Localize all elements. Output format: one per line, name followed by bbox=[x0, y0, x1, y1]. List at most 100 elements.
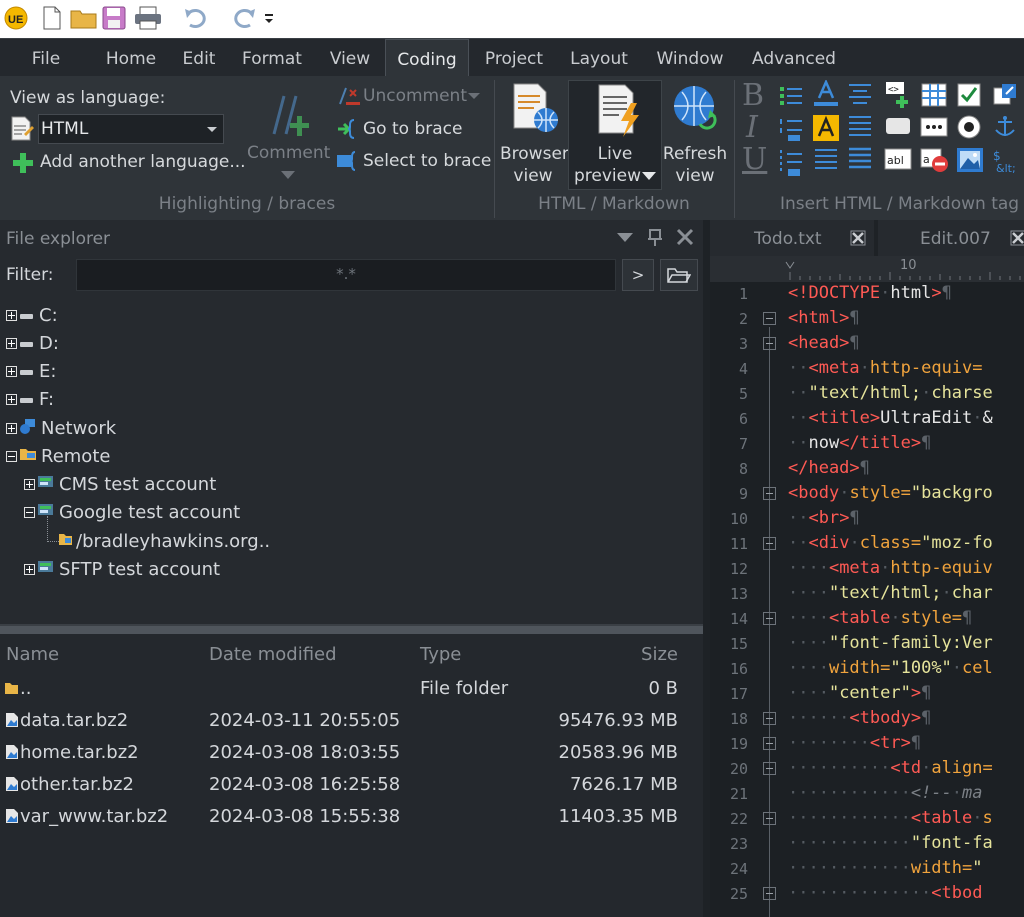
tab-edit[interactable]: Edit bbox=[175, 39, 223, 77]
tab-todo-txt[interactable]: Todo.txt bbox=[710, 220, 874, 256]
table-row[interactable]: .. File folder 0 B bbox=[0, 674, 703, 706]
numbered-list-icon[interactable] bbox=[778, 116, 804, 146]
expand-icon[interactable] bbox=[24, 478, 35, 490]
tab-view[interactable]: View bbox=[322, 39, 378, 77]
expand-icon[interactable] bbox=[6, 393, 17, 405]
live-preview-button[interactable]: Live preview bbox=[568, 80, 662, 190]
print-icon[interactable] bbox=[134, 5, 162, 31]
tree-item-e-drive[interactable]: E: bbox=[6, 358, 56, 384]
table-row[interactable]: var_www.tar.bz2 2024-03-08 15:55:38 1140… bbox=[0, 802, 703, 834]
bold-button[interactable]: B bbox=[742, 78, 764, 113]
fold-collapse-icon[interactable] bbox=[763, 487, 776, 500]
align-justify-icon[interactable] bbox=[846, 114, 874, 144]
insert-password-icon[interactable] bbox=[920, 114, 948, 144]
fold-collapse-icon[interactable] bbox=[763, 812, 776, 825]
insert-form-icon[interactable]: <> bbox=[884, 80, 912, 112]
comment-button[interactable]: Comment bbox=[247, 143, 330, 163]
panel-menu-icon[interactable] bbox=[616, 230, 634, 250]
table-row[interactable]: home.tar.bz2 2024-03-08 18:03:55 20583.9… bbox=[0, 738, 703, 770]
collapse-icon[interactable] bbox=[24, 506, 35, 518]
fold-collapse-icon[interactable] bbox=[763, 337, 776, 350]
fold-collapse-icon[interactable] bbox=[763, 737, 776, 750]
tree-item-google-test-account[interactable]: Google test account bbox=[24, 499, 240, 525]
fold-collapse-icon[interactable] bbox=[763, 887, 776, 900]
align-center-icon[interactable] bbox=[846, 82, 874, 112]
insert-checkbox-icon[interactable] bbox=[956, 82, 984, 112]
tree-item-cms-test-account[interactable]: CMS test account bbox=[24, 471, 216, 497]
open-folder-icon[interactable] bbox=[70, 5, 98, 31]
comment-dropdown-icon[interactable] bbox=[280, 166, 296, 185]
table-row[interactable]: data.tar.bz2 2024-03-11 20:55:05 95476.9… bbox=[0, 706, 703, 738]
code-editor[interactable]: 1 <!DOCTYPE·html>¶ 2 <html>¶ 3 <head>¶ 4… bbox=[710, 282, 1024, 917]
panel-splitter[interactable] bbox=[0, 624, 703, 634]
italic-button[interactable]: I bbox=[746, 110, 758, 145]
refresh-view-label-2[interactable]: view bbox=[662, 166, 728, 186]
table-row[interactable]: other.tar.bz2 2024-03-08 16:25:58 7626.1… bbox=[0, 770, 703, 802]
insert-table-icon[interactable] bbox=[920, 82, 948, 112]
undo-icon[interactable] bbox=[182, 5, 212, 31]
collapse-icon[interactable] bbox=[6, 450, 17, 462]
bulleted-list-icon[interactable] bbox=[778, 84, 804, 112]
redo-icon[interactable] bbox=[228, 5, 258, 31]
tree-item-c-drive[interactable]: C: bbox=[6, 302, 58, 328]
expand-icon[interactable] bbox=[6, 365, 17, 377]
live-preview-dropdown-icon[interactable] bbox=[641, 169, 657, 188]
insert-reset-icon[interactable]: a bbox=[920, 146, 948, 178]
paragraph-icon[interactable] bbox=[812, 146, 840, 178]
close-tab-icon[interactable] bbox=[1010, 230, 1024, 250]
font-color-icon[interactable] bbox=[812, 78, 840, 112]
column-header-name[interactable]: Name bbox=[6, 644, 59, 665]
close-tab-icon[interactable] bbox=[850, 230, 866, 250]
filter-input[interactable]: *.* bbox=[76, 259, 616, 291]
language-select[interactable]: HTML bbox=[38, 114, 224, 144]
column-header-type[interactable]: Type bbox=[420, 644, 461, 665]
tab-home[interactable]: Home bbox=[100, 39, 162, 77]
expand-icon[interactable] bbox=[6, 337, 17, 349]
select-to-brace-button[interactable]: Select to brace bbox=[363, 151, 491, 171]
tab-coding[interactable]: Coding bbox=[385, 39, 469, 77]
browse-folder-button[interactable] bbox=[660, 259, 698, 291]
go-to-brace-button[interactable]: Go to brace bbox=[363, 119, 462, 139]
save-icon[interactable] bbox=[102, 5, 126, 31]
pin-icon[interactable] bbox=[646, 228, 664, 252]
insert-anchor-icon[interactable] bbox=[992, 114, 1020, 144]
uncomment-button[interactable]: Uncomment bbox=[363, 86, 467, 106]
expand-icon[interactable] bbox=[6, 422, 17, 434]
column-header-size[interactable]: Size bbox=[600, 644, 678, 665]
tab-edit-007[interactable]: Edit.007 bbox=[878, 220, 1024, 256]
column-header-date-modified[interactable]: Date modified bbox=[209, 644, 337, 665]
apply-filter-button[interactable]: > bbox=[622, 259, 654, 291]
tree-item-remote-folder[interactable]: /bradleyhawkins.org.. bbox=[58, 528, 270, 554]
tree-item-d-drive[interactable]: D: bbox=[6, 330, 59, 356]
fold-collapse-icon[interactable] bbox=[763, 712, 776, 725]
tab-file[interactable]: File bbox=[22, 39, 70, 77]
tree-item-sftp-test-account[interactable]: SFTP test account bbox=[24, 556, 220, 582]
insert-image-icon[interactable] bbox=[956, 146, 984, 178]
fold-collapse-icon[interactable] bbox=[763, 762, 776, 775]
tree-item-network[interactable]: Network bbox=[6, 415, 116, 441]
close-icon[interactable] bbox=[676, 228, 694, 250]
align-right-icon[interactable] bbox=[846, 146, 874, 176]
browser-view-label-1[interactable]: Browser bbox=[500, 144, 569, 164]
fold-collapse-icon[interactable] bbox=[763, 537, 776, 550]
add-another-language-button[interactable]: Add another language... bbox=[40, 152, 246, 172]
customize-toolbar-icon[interactable] bbox=[262, 5, 276, 31]
expand-icon[interactable] bbox=[24, 563, 35, 575]
insert-textbox-icon[interactable]: abl bbox=[884, 146, 912, 176]
tab-layout[interactable]: Layout bbox=[563, 39, 635, 77]
tree-item-f-drive[interactable]: F: bbox=[6, 386, 54, 412]
refresh-view-label-1[interactable]: Refresh bbox=[662, 144, 728, 164]
fold-collapse-icon[interactable] bbox=[763, 312, 776, 325]
insert-link-icon[interactable] bbox=[992, 82, 1020, 112]
expand-icon[interactable] bbox=[6, 309, 17, 321]
tree-item-remote[interactable]: Remote bbox=[6, 443, 110, 469]
browser-view-label-2[interactable]: view bbox=[500, 166, 566, 186]
new-file-icon[interactable] bbox=[40, 5, 64, 31]
underline-button[interactable]: U bbox=[742, 142, 767, 177]
uncomment-dropdown-icon[interactable] bbox=[467, 88, 481, 107]
tab-window[interactable]: Window bbox=[648, 39, 732, 77]
highlight-color-icon[interactable] bbox=[812, 114, 840, 146]
insert-radio-icon[interactable] bbox=[956, 114, 984, 144]
list-item-icon[interactable] bbox=[778, 148, 804, 182]
insert-html-entity-icon[interactable]: $ &lt; bbox=[992, 146, 1022, 178]
